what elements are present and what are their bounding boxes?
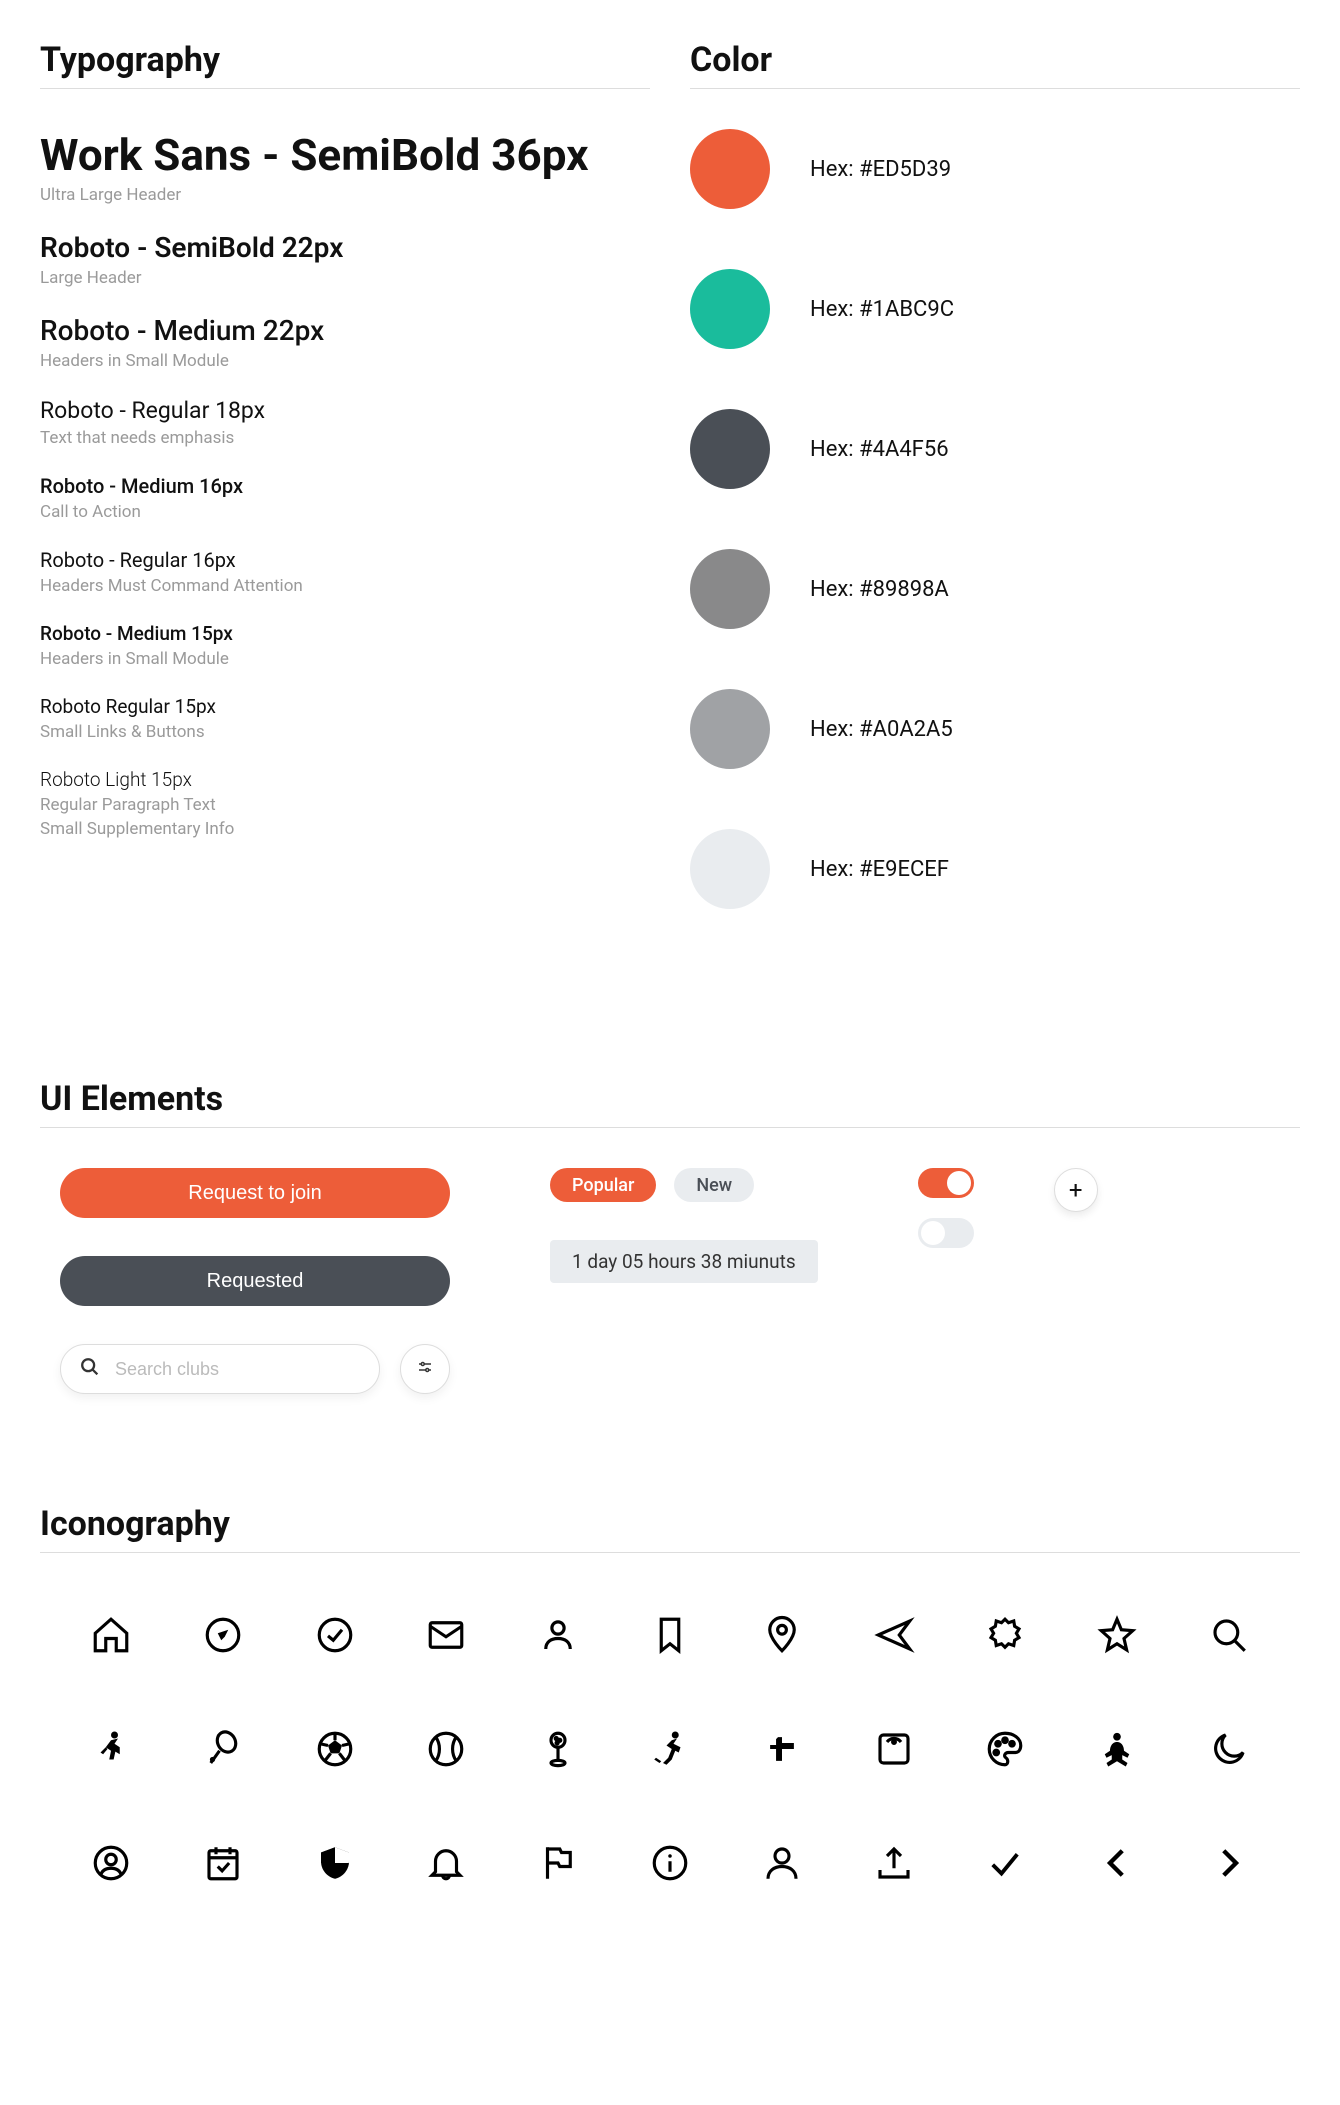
color-swatch-1	[690, 269, 770, 349]
search-icon	[79, 1356, 101, 1382]
color-swatch-3	[690, 549, 770, 629]
request-to-join-button[interactable]: Request to join	[60, 1168, 450, 1218]
info-icon	[639, 1841, 701, 1885]
bell-icon	[415, 1841, 477, 1885]
type-desc-1: Large Header	[40, 268, 650, 288]
golf-icon	[527, 1727, 589, 1771]
mail-icon	[415, 1613, 477, 1657]
color-heading: Color	[690, 40, 1300, 89]
dumbbell-icon	[751, 1727, 813, 1771]
baseball-icon	[415, 1727, 477, 1771]
type-sample-2: Roboto - Medium 22px	[40, 314, 650, 347]
typography-heading: Typography	[40, 40, 650, 89]
toggle-off[interactable]	[918, 1218, 974, 1248]
iconography-section: Iconography	[40, 1504, 1300, 1905]
search-input[interactable]	[115, 1359, 361, 1380]
flag-icon	[527, 1841, 589, 1885]
soccer-icon	[304, 1727, 366, 1771]
type-desc-4: Call to Action	[40, 502, 650, 522]
color-swatch-0	[690, 129, 770, 209]
ui-elements-section: UI Elements Request to join Requested	[40, 1079, 1300, 1394]
iconography-heading: Iconography	[40, 1504, 1300, 1553]
color-swatch-4	[690, 689, 770, 769]
filter-button[interactable]	[400, 1344, 450, 1394]
color-swatch-2	[690, 409, 770, 489]
type-desc-0: Ultra Large Header	[40, 185, 650, 205]
type-desc-8a: Regular Paragraph Text	[40, 795, 650, 815]
chevron-left-icon	[1086, 1841, 1148, 1885]
scale-icon	[863, 1727, 925, 1771]
home-icon	[80, 1613, 142, 1657]
type-sample-5: Roboto - Regular 16px	[40, 548, 650, 572]
send-icon	[863, 1613, 925, 1657]
type-sample-4: Roboto - Medium 16px	[40, 474, 650, 498]
countdown-chip: 1 day 05 hours 38 miunuts	[550, 1240, 818, 1283]
check-circle-icon	[304, 1613, 366, 1657]
compass-icon	[192, 1613, 254, 1657]
type-desc-8b: Small Supplementary Info	[40, 819, 650, 839]
color-label-2: Hex: #4A4F56	[810, 437, 949, 462]
star-icon	[1086, 1613, 1148, 1657]
color-label-5: Hex: #E9ECEF	[810, 857, 949, 882]
color-label-3: Hex: #89898A	[810, 577, 949, 602]
requested-button[interactable]: Requested	[60, 1256, 450, 1306]
new-chip[interactable]: New	[674, 1168, 754, 1202]
type-sample-1: Roboto - SemiBold 22px	[40, 231, 650, 264]
bookmark-icon	[639, 1613, 701, 1657]
type-desc-7: Small Links & Buttons	[40, 722, 650, 742]
color-section: Color Hex: #ED5D39 Hex: #1ABC9C Hex: #4A…	[690, 40, 1300, 969]
type-desc-3: Text that needs emphasis	[40, 428, 650, 448]
skiing-icon	[639, 1727, 701, 1771]
type-sample-6: Roboto - Medium 15px	[40, 622, 650, 645]
type-desc-5: Headers Must Command Attention	[40, 576, 650, 596]
chevron-right-icon	[1198, 1841, 1260, 1885]
palette-icon	[975, 1727, 1037, 1771]
toggle-on[interactable]	[918, 1168, 974, 1198]
search-icon	[1198, 1613, 1260, 1657]
tennis-icon	[192, 1727, 254, 1771]
color-label-4: Hex: #A0A2A5	[810, 717, 953, 742]
shield-icon	[304, 1841, 366, 1885]
check-icon	[975, 1841, 1037, 1885]
upload-icon	[863, 1841, 925, 1885]
color-swatch-5	[690, 829, 770, 909]
search-field[interactable]	[60, 1344, 380, 1394]
typography-section: Typography Work Sans - SemiBold 36px Ult…	[40, 40, 650, 969]
calendar-check-icon	[192, 1841, 254, 1885]
meditation-icon	[1086, 1727, 1148, 1771]
plus-icon: +	[1069, 1176, 1083, 1204]
popular-chip[interactable]: Popular	[550, 1168, 656, 1202]
color-label-1: Hex: #1ABC9C	[810, 297, 954, 322]
type-sample-0: Work Sans - SemiBold 36px	[40, 129, 650, 181]
type-sample-7: Roboto Regular 15px	[40, 695, 650, 718]
sliders-icon	[416, 1358, 434, 1381]
user-icon	[751, 1841, 813, 1885]
running-icon	[80, 1727, 142, 1771]
person-icon	[527, 1613, 589, 1657]
ui-elements-heading: UI Elements	[40, 1079, 1300, 1128]
add-button[interactable]: +	[1054, 1168, 1098, 1212]
location-pin-icon	[751, 1613, 813, 1657]
badge-icon	[975, 1613, 1037, 1657]
type-desc-6: Headers in Small Module	[40, 649, 650, 669]
type-desc-2: Headers in Small Module	[40, 351, 650, 371]
type-sample-3: Roboto - Regular 18px	[40, 397, 650, 424]
moon-icon	[1198, 1727, 1260, 1771]
type-sample-8: Roboto Light 15px	[40, 768, 650, 791]
account-circle-icon	[80, 1841, 142, 1885]
color-label-0: Hex: #ED5D39	[810, 157, 951, 182]
